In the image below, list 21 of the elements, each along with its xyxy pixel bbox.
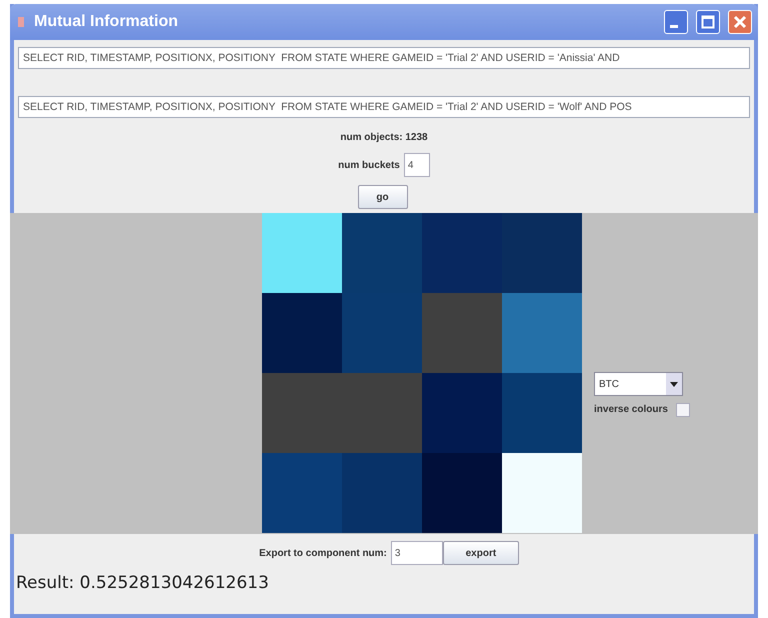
- close-button[interactable]: [728, 10, 752, 34]
- num-buckets-label: num buckets: [338, 158, 400, 172]
- inverse-colours-label: inverse colours: [594, 403, 668, 417]
- result-text: Result: 0.5252813042612613: [15, 572, 269, 595]
- num-buckets-field[interactable]: 4: [404, 153, 430, 177]
- go-button[interactable]: go: [358, 185, 408, 209]
- export-label: Export to component num:: [259, 546, 387, 560]
- minimize-icon: [670, 24, 678, 28]
- close-icon: [733, 15, 747, 29]
- window-title: Mutual Information: [34, 12, 179, 32]
- app-icon: [16, 15, 26, 29]
- colour-scheme-dropdown[interactable]: BTC: [594, 372, 683, 396]
- query-field[interactable]: SELECT RID, TIMESTAMP, POSITIONX, POSITIONY FROM STATE WHERE GAMEID = 'Trial 2' AND USERID = 'Anissia' AND: [18, 47, 750, 69]
- maximize-button[interactable]: [696, 10, 720, 34]
- minimize-button[interactable]: [664, 10, 688, 34]
- maximize-icon: [701, 15, 715, 29]
- query-field[interactable]: SELECT RID, TIMESTAMP, POSITIONX, POSITIONY FROM STATE WHERE GAMEID = 'Trial 2' AND USERID = 'Wolf' AND POS: [18, 96, 750, 118]
- export-button[interactable]: export: [442, 541, 519, 565]
- export-component-field[interactable]: 3: [390, 541, 443, 565]
- num-objects-label: num objects: 1238: [339, 131, 429, 145]
- inverse-colours-checkbox[interactable]: [676, 402, 690, 416]
